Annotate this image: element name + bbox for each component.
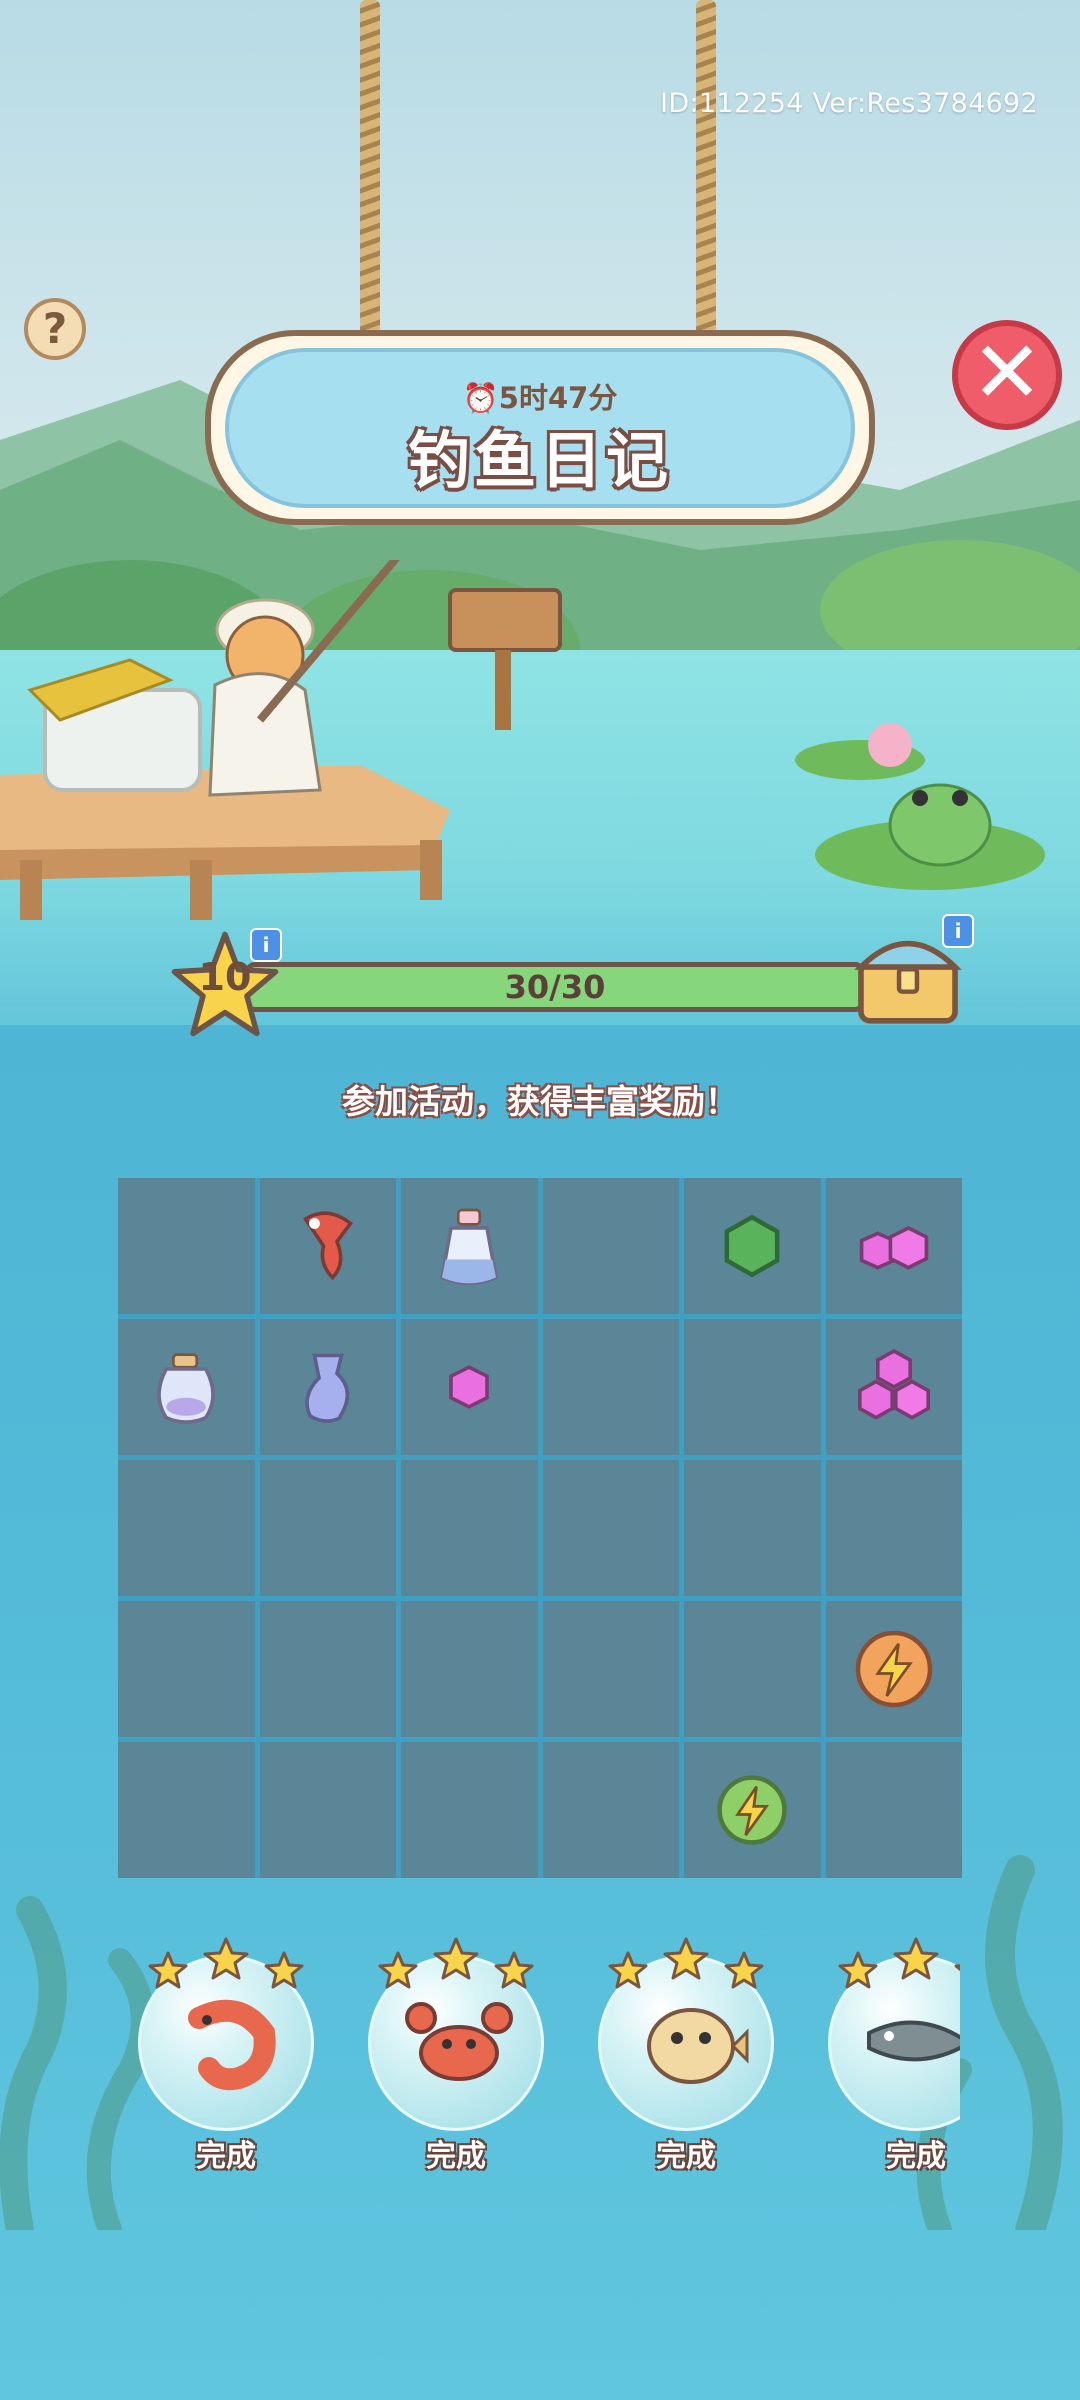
potion-bottle-small-icon[interactable] [141,1342,231,1432]
three-stars-icon [376,1935,536,1995]
grid-cell[interactable] [401,1178,538,1314]
page-title: 钓鱼日记 [407,424,672,497]
lily-pad-frog [795,723,1045,890]
id-version-text: ID:112254 Ver:Res3784692 [660,88,1038,119]
blue-bottle-icon[interactable] [283,1342,373,1432]
pink-gem-icon[interactable] [424,1342,514,1432]
grid-cell[interactable] [118,1319,255,1455]
grid-cell[interactable] [118,1178,255,1314]
help-button[interactable]: ? [24,298,86,360]
sign-rope-left [360,0,380,370]
collection-status-label: 完成 [426,2139,486,2174]
sign-rope-right [696,0,716,370]
collection-item[interactable]: 完成 [368,1935,548,2185]
grid-cell[interactable] [118,1742,255,1878]
grid-cell[interactable] [259,1460,396,1596]
grid-cell[interactable] [825,1460,962,1596]
collection-item[interactable]: 完成 [828,1935,960,2185]
grid-cell[interactable] [259,1601,396,1737]
grid-cell[interactable] [259,1178,396,1314]
pink-gems-3-icon[interactable] [849,1342,939,1432]
collection-status-label: 完成 [656,2139,716,2174]
collection-item[interactable]: 完成 [598,1935,778,2185]
grid-cell[interactable] [825,1319,962,1455]
grid-cell[interactable] [401,1460,538,1596]
grid-cell[interactable] [542,1319,679,1455]
progress-bar: 30/30 [245,962,865,1012]
energy-orange-icon[interactable] [849,1624,939,1714]
grid-cell[interactable] [825,1601,962,1737]
merge-grid [118,1178,962,1878]
collection-status-label: 完成 [196,2139,256,2174]
grid-cell[interactable] [401,1742,538,1878]
green-gem-icon[interactable] [707,1201,797,1291]
chest-info-button[interactable]: i [942,914,974,948]
grid-cell[interactable] [542,1460,679,1596]
close-icon: ✕ [970,323,1044,423]
grid-cell[interactable] [118,1460,255,1596]
grid-cell[interactable] [118,1601,255,1737]
question-icon: ? [42,304,68,353]
event-subtitle: 参加活动，获得丰富奖励！ [342,1082,738,1121]
energy-green-icon[interactable] [707,1765,797,1855]
level-info-button[interactable]: i [250,928,282,962]
grid-cell[interactable] [542,1601,679,1737]
close-button[interactable]: ✕ [952,320,1062,430]
koi-fish-icon[interactable] [283,1201,373,1291]
grid-cell[interactable] [259,1742,396,1878]
grid-cell[interactable] [542,1178,679,1314]
grid-cell[interactable] [401,1319,538,1455]
three-stars-icon [606,1935,766,1995]
grid-cell[interactable] [684,1742,821,1878]
three-stars-icon [836,1935,960,1995]
wooden-signpost [448,588,562,730]
grid-cell[interactable] [401,1601,538,1737]
progress-text: 30/30 [504,968,606,1006]
grid-cell[interactable] [825,1178,962,1314]
collection-item[interactable]: 完成 [138,1935,318,2185]
grid-cell[interactable] [684,1460,821,1596]
pink-gems-2-icon[interactable] [849,1201,939,1291]
collection-status-label: 完成 [886,2139,946,2174]
grid-cell[interactable] [684,1601,821,1737]
grid-cell[interactable] [542,1742,679,1878]
grid-cell[interactable] [684,1319,821,1455]
three-stars-icon [146,1935,306,1995]
grid-cell[interactable] [684,1178,821,1314]
potion-bottle-icon[interactable] [424,1201,514,1291]
grid-cell[interactable] [259,1319,396,1455]
